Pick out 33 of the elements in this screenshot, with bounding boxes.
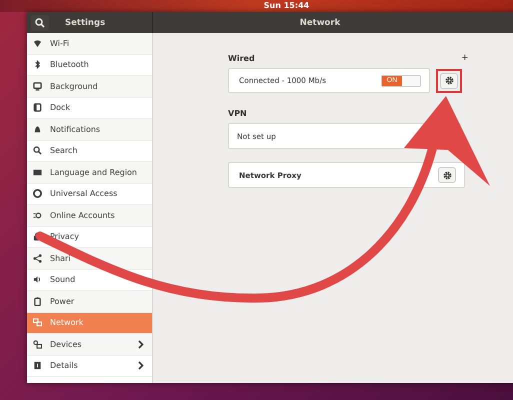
search-icon (33, 146, 42, 156)
battery-icon (33, 296, 42, 306)
speaker-icon (33, 275, 42, 284)
bell-icon (33, 124, 42, 134)
sidebar-item[interactable]: Wi-Fi (27, 33, 152, 54)
network-icon (33, 318, 42, 328)
settings-button[interactable] (440, 72, 458, 88)
wifi-icon (33, 38, 42, 48)
section-heading: VPN (228, 108, 247, 118)
clock: Sun 15:44 (264, 1, 310, 11)
sidebar-item[interactable]: Devices (27, 334, 152, 356)
sidebar-item[interactable]: Power (27, 291, 152, 312)
settings-icon (442, 170, 452, 180)
add-button[interactable]: + (462, 53, 468, 63)
window-title: Settings (65, 18, 106, 28)
sidebar-item[interactable]: Language and Region (27, 162, 152, 184)
sidebar-item[interactable]: Background (27, 76, 152, 98)
settings-button[interactable] (438, 167, 456, 183)
sidebar-item[interactable]: Details (27, 356, 152, 377)
bluetooth-icon (33, 60, 42, 70)
sidebar-item[interactable]: Online Accounts (27, 205, 152, 226)
dock-icon (33, 103, 42, 112)
info-icon (33, 361, 42, 370)
search-icon (35, 18, 45, 28)
settings-icon (444, 76, 454, 85)
monitor-icon (33, 82, 42, 91)
share-icon (33, 254, 42, 263)
section-heading: Wired (228, 54, 255, 62)
search-button[interactable] (31, 14, 49, 30)
devices-icon (33, 340, 42, 349)
sidebar-item[interactable]: Notifications (27, 119, 152, 140)
panel-title: Network (300, 18, 340, 28)
accessibility-icon (33, 189, 42, 198)
